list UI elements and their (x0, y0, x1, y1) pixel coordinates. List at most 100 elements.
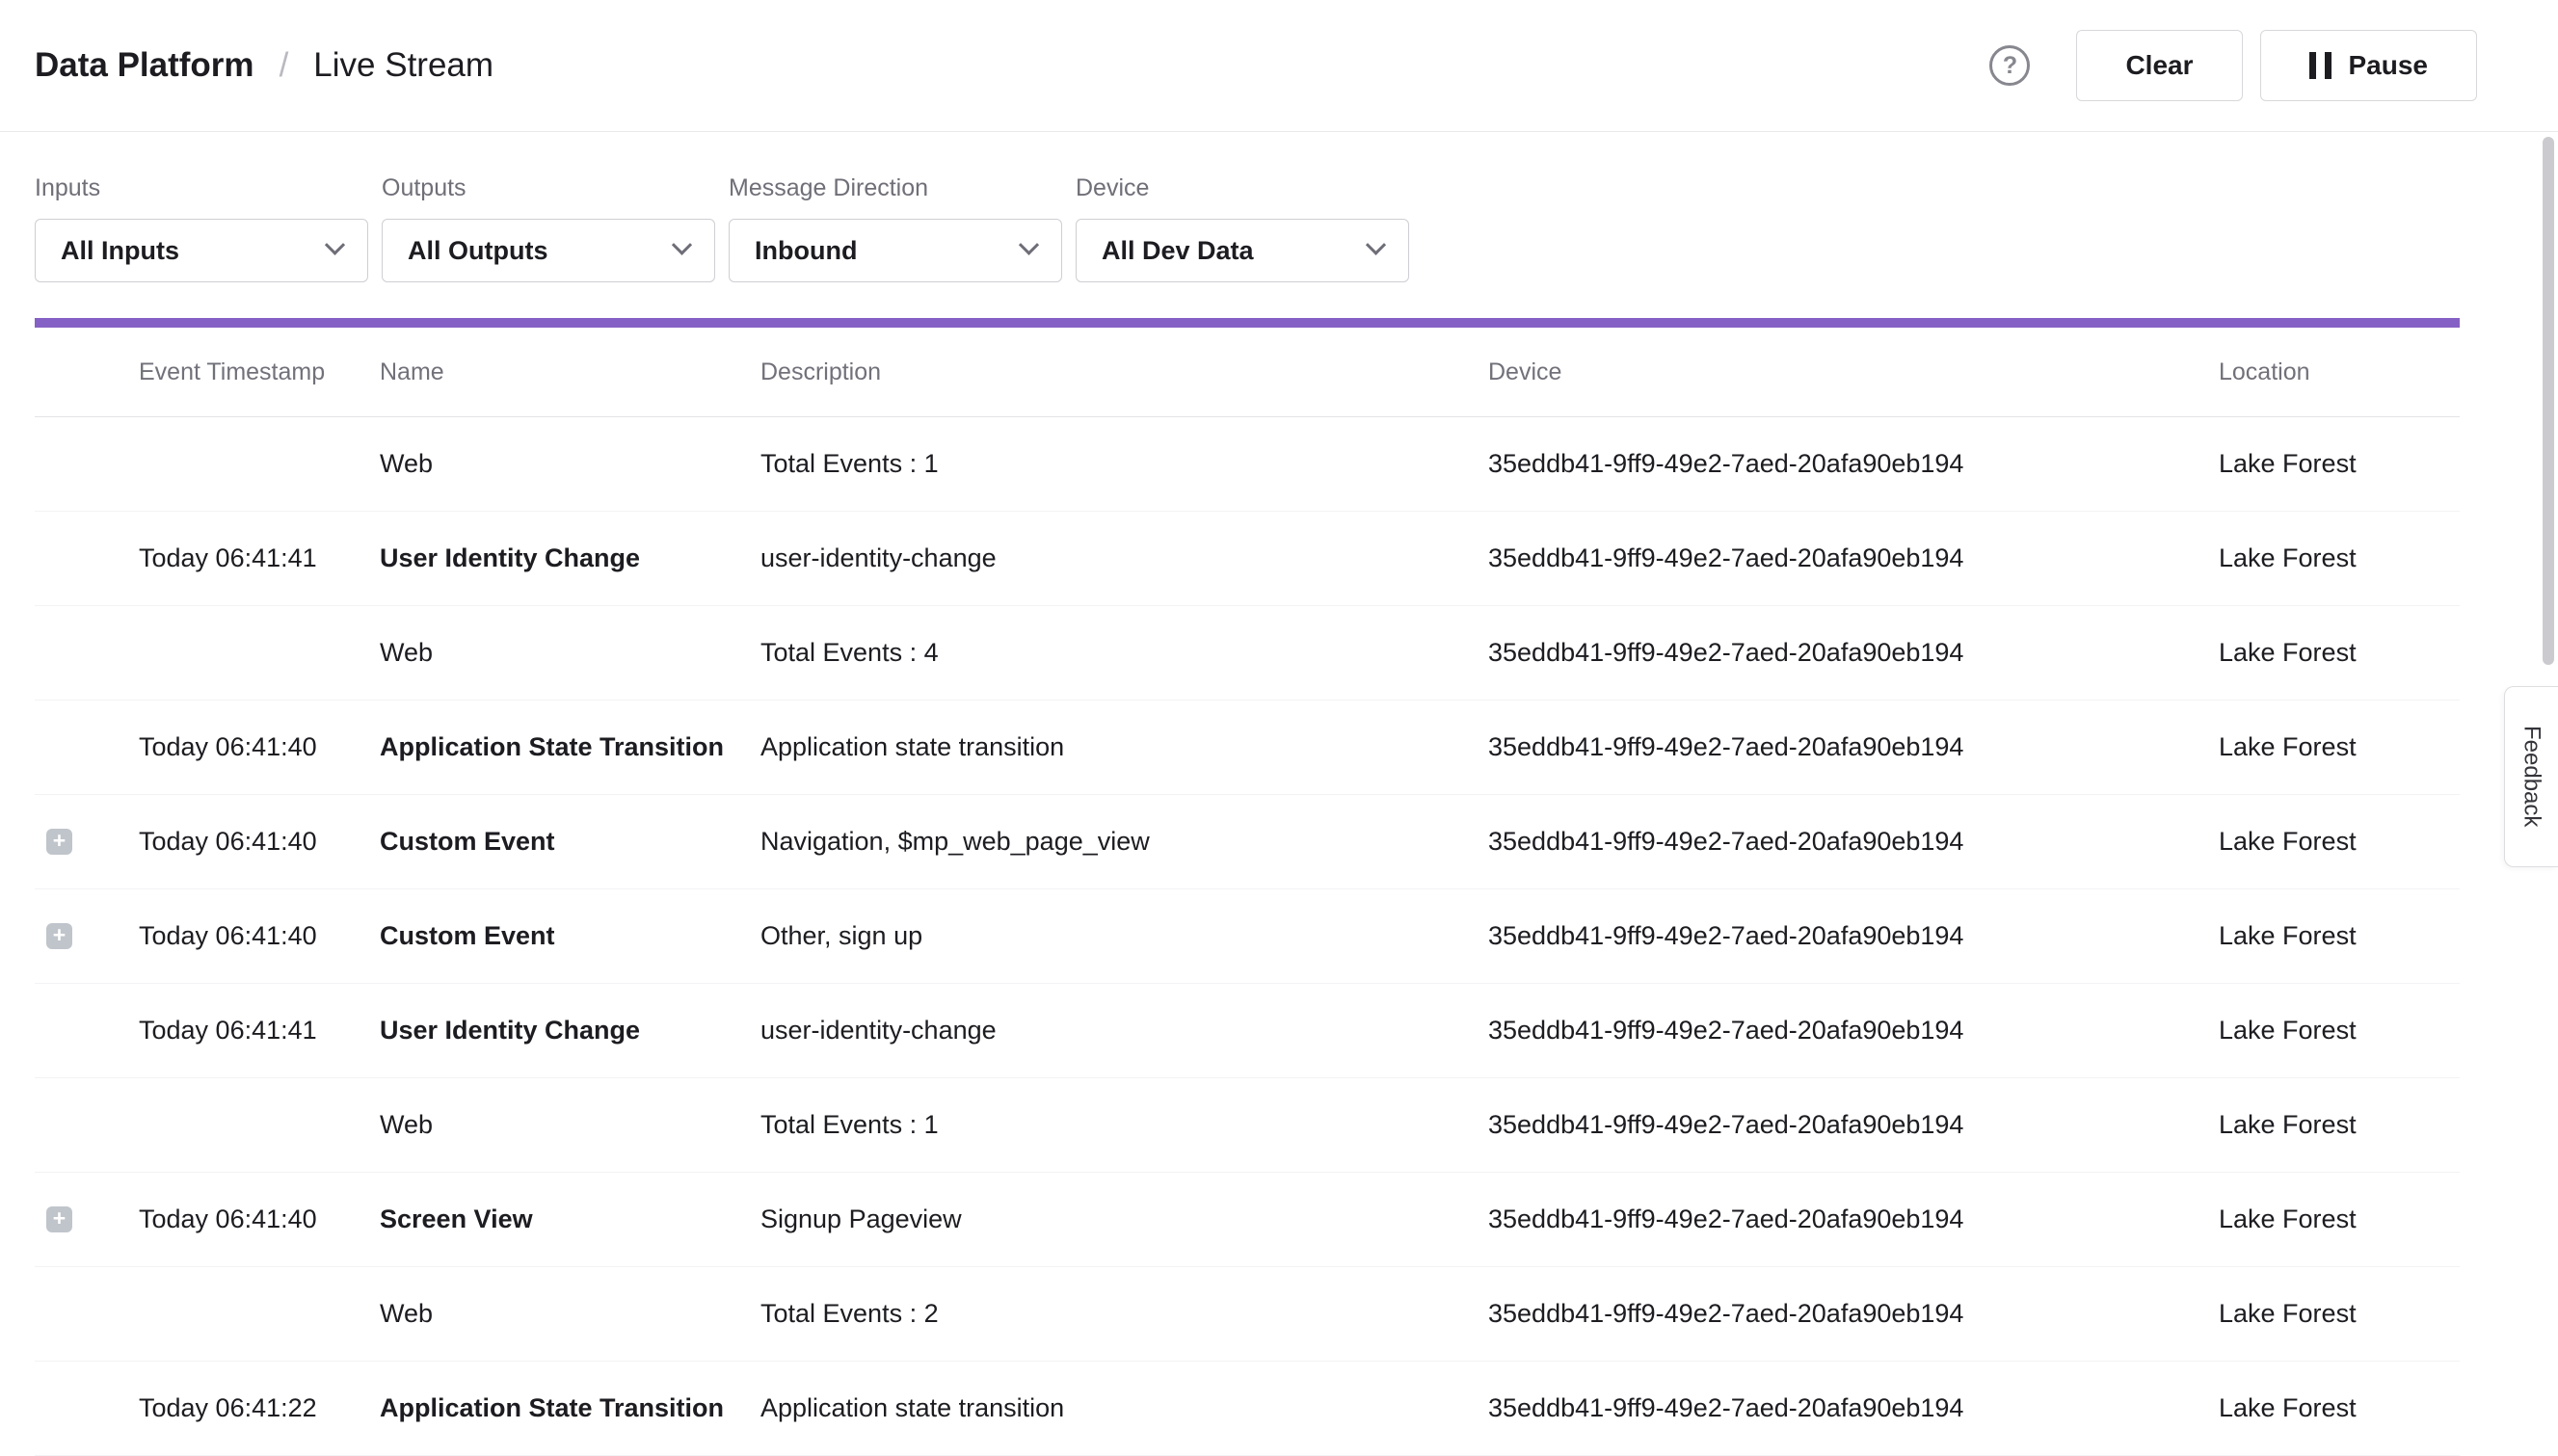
event-location: Lake Forest (2219, 1110, 2460, 1140)
expand-cell: + (35, 734, 139, 760)
expand-cell: + (35, 829, 139, 855)
event-device-id: 35eddb41-9ff9-49e2-7aed-20afa90eb194 (1488, 638, 2219, 668)
event-name: Custom Event (380, 921, 760, 951)
event-description: Application state transition (760, 1393, 1488, 1423)
expand-cell: + (35, 545, 139, 571)
filter-bar: Inputs All Inputs Outputs All Outputs Me… (0, 132, 2558, 282)
pause-button[interactable]: Pause (2260, 30, 2478, 101)
event-name: Web (380, 449, 760, 479)
chevron-down-icon (325, 234, 345, 254)
event-timestamp: Today 06:41:40 (139, 827, 380, 857)
expand-cell: + (35, 1018, 139, 1044)
scrollbar-thumb[interactable] (2543, 137, 2554, 665)
inputs-dropdown-value: All Inputs (61, 236, 179, 266)
expand-cell: + (35, 451, 139, 477)
event-timestamp: Today 06:41:40 (139, 921, 380, 951)
table-row[interactable]: + Today 06:41:41 User Identity Change us… (35, 984, 2460, 1078)
breadcrumb: Data Platform / Live Stream (35, 46, 493, 85)
event-name: User Identity Change (380, 543, 760, 573)
event-description: Application state transition (760, 732, 1488, 762)
expand-button[interactable]: + (46, 829, 72, 855)
table-row[interactable]: + Today 06:41:40 Screen View Signup Page… (35, 1173, 2460, 1267)
inputs-dropdown[interactable]: All Inputs (35, 219, 368, 282)
event-device-id: 35eddb41-9ff9-49e2-7aed-20afa90eb194 (1488, 921, 2219, 951)
event-timestamp: Today 06:41:40 (139, 732, 380, 762)
table-header-row: Event Timestamp Name Description Device … (35, 328, 2460, 417)
expand-button[interactable]: + (46, 1206, 72, 1232)
message-direction-dropdown-value: Inbound (755, 236, 857, 266)
table-row[interactable]: + Web Total Events : 1 35eddb41-9ff9-49e… (35, 1078, 2460, 1173)
help-icon[interactable]: ? (1989, 45, 2030, 86)
column-header-name: Name (380, 358, 760, 386)
event-name: Web (380, 1299, 760, 1329)
expand-cell: + (35, 923, 139, 949)
expand-cell: + (35, 1112, 139, 1138)
event-location: Lake Forest (2219, 921, 2460, 951)
event-name: Screen View (380, 1205, 760, 1234)
event-device-id: 35eddb41-9ff9-49e2-7aed-20afa90eb194 (1488, 449, 2219, 479)
event-description: Total Events : 2 (760, 1299, 1488, 1329)
table-row[interactable]: + Web Total Events : 2 35eddb41-9ff9-49e… (35, 1267, 2460, 1362)
outputs-dropdown[interactable]: All Outputs (382, 219, 715, 282)
event-device-id: 35eddb41-9ff9-49e2-7aed-20afa90eb194 (1488, 732, 2219, 762)
event-device-id: 35eddb41-9ff9-49e2-7aed-20afa90eb194 (1488, 1393, 2219, 1423)
message-direction-dropdown[interactable]: Inbound (729, 219, 1062, 282)
event-name: Web (380, 1110, 760, 1140)
outputs-dropdown-value: All Outputs (408, 236, 547, 266)
event-device-id: 35eddb41-9ff9-49e2-7aed-20afa90eb194 (1488, 1016, 2219, 1046)
event-name: Custom Event (380, 827, 760, 857)
table-body: + Web Total Events : 1 35eddb41-9ff9-49e… (35, 417, 2460, 1456)
table-row[interactable]: + Today 06:41:41 User Identity Change us… (35, 512, 2460, 606)
event-location: Lake Forest (2219, 732, 2460, 762)
column-header-device: Device (1488, 358, 2219, 386)
event-description: Other, sign up (760, 921, 1488, 951)
table-row[interactable]: + Web Total Events : 4 35eddb41-9ff9-49e… (35, 606, 2460, 701)
event-timestamp: Today 06:41:22 (139, 1393, 380, 1423)
live-stream-table: Event Timestamp Name Description Device … (35, 328, 2460, 1456)
column-header-timestamp: Event Timestamp (139, 358, 380, 386)
table-row[interactable]: + Today 06:41:40 Custom Event Navigation… (35, 795, 2460, 889)
pause-icon (2309, 52, 2332, 79)
event-description: Total Events : 1 (760, 1110, 1488, 1140)
event-description: Total Events : 4 (760, 638, 1488, 668)
event-device-id: 35eddb41-9ff9-49e2-7aed-20afa90eb194 (1488, 1205, 2219, 1234)
table-row[interactable]: + Today 06:41:40 Custom Event Other, sig… (35, 889, 2460, 984)
filter-outputs: Outputs All Outputs (382, 174, 715, 282)
outputs-filter-label: Outputs (382, 174, 715, 202)
event-location: Lake Forest (2219, 638, 2460, 668)
event-description: Signup Pageview (760, 1205, 1488, 1234)
event-description: Navigation, $mp_web_page_view (760, 827, 1488, 857)
table-row[interactable]: + Web Total Events : 1 35eddb41-9ff9-49e… (35, 417, 2460, 512)
feedback-tab[interactable]: Feedback (2504, 686, 2558, 867)
device-dropdown[interactable]: All Dev Data (1076, 219, 1409, 282)
expand-button[interactable]: + (46, 923, 72, 949)
event-device-id: 35eddb41-9ff9-49e2-7aed-20afa90eb194 (1488, 1110, 2219, 1140)
top-bar: Data Platform / Live Stream ? Clear Paus… (0, 0, 2558, 132)
event-description: user-identity-change (760, 543, 1488, 573)
expand-cell: + (35, 1301, 139, 1327)
breadcrumb-section[interactable]: Data Platform (35, 46, 254, 85)
clear-button[interactable]: Clear (2076, 30, 2242, 101)
event-timestamp: Today 06:41:40 (139, 1205, 380, 1234)
event-device-id: 35eddb41-9ff9-49e2-7aed-20afa90eb194 (1488, 1299, 2219, 1329)
event-name: User Identity Change (380, 1016, 760, 1046)
event-name: Application State Transition (380, 732, 760, 762)
filter-message-direction: Message Direction Inbound (729, 174, 1062, 282)
breadcrumb-separator: / (280, 46, 289, 85)
event-location: Lake Forest (2219, 827, 2460, 857)
expand-cell: + (35, 1206, 139, 1232)
expand-cell: + (35, 640, 139, 666)
chevron-down-icon (1366, 234, 1386, 254)
inputs-filter-label: Inputs (35, 174, 368, 202)
column-header-description: Description (760, 358, 1488, 386)
chevron-down-icon (672, 234, 692, 254)
event-location: Lake Forest (2219, 1016, 2460, 1046)
top-bar-actions: ? Clear Pause (1989, 30, 2477, 101)
event-description: user-identity-change (760, 1016, 1488, 1046)
table-row[interactable]: + Today 06:41:22 Application State Trans… (35, 1362, 2460, 1456)
table-row[interactable]: + Today 06:41:40 Application State Trans… (35, 701, 2460, 795)
event-location: Lake Forest (2219, 1393, 2460, 1423)
message-direction-filter-label: Message Direction (729, 174, 1062, 202)
event-location: Lake Forest (2219, 543, 2460, 573)
event-location: Lake Forest (2219, 449, 2460, 479)
